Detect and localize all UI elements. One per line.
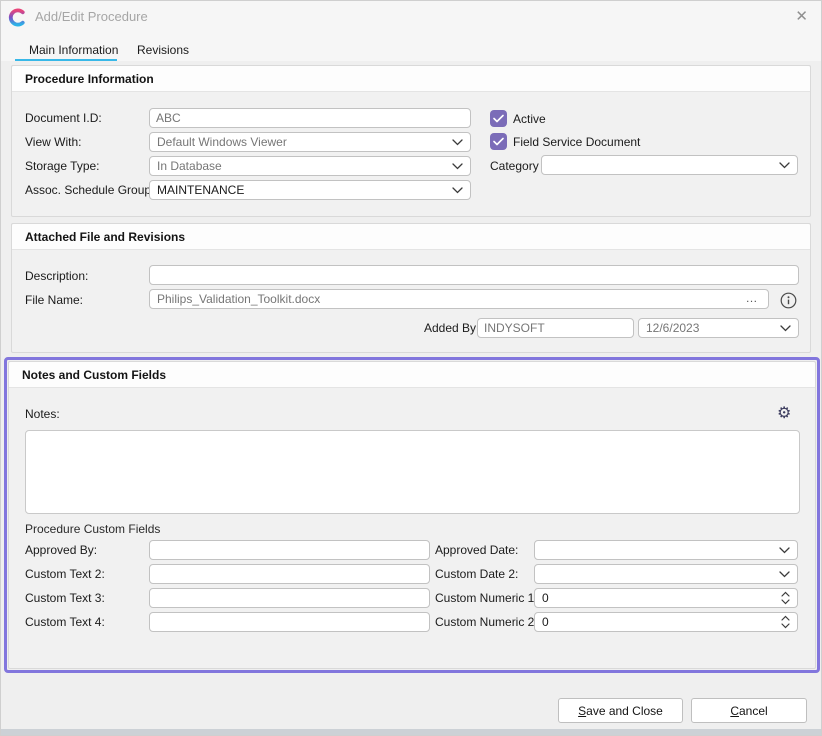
custom-numeric-2-label: Custom Numeric 2: <box>435 615 538 629</box>
added-by-label: Added By: <box>424 321 479 335</box>
notes-textarea[interactable] <box>25 430 800 514</box>
chevron-down-icon <box>779 547 790 554</box>
custom-text-2-input[interactable] <box>149 564 430 584</box>
approved-date-dropdown[interactable] <box>534 540 798 560</box>
document-id-label: Document I.D: <box>25 111 102 125</box>
approved-date-label: Approved Date: <box>435 543 518 557</box>
assoc-schedule-group-label: Assoc. Schedule Group: <box>25 183 154 197</box>
document-id-input[interactable] <box>149 108 471 128</box>
file-name-label: File Name: <box>25 293 83 307</box>
procedure-custom-fields-label: Procedure Custom Fields <box>25 522 160 536</box>
active-checkbox-label: Active <box>513 112 546 126</box>
added-date-dropdown[interactable]: 12/6/2023 <box>638 318 799 338</box>
view-with-dropdown[interactable]: Default Windows Viewer <box>149 132 471 152</box>
custom-text-4-input[interactable] <box>149 612 430 632</box>
save-and-close-button[interactable]: Save and Close <box>558 698 683 723</box>
storage-type-label: Storage Type: <box>25 159 100 173</box>
info-icon[interactable] <box>780 292 797 309</box>
custom-numeric-1-spinner[interactable]: 0 <box>534 588 798 608</box>
chevron-down-icon <box>779 162 790 169</box>
active-checkbox[interactable] <box>490 110 507 127</box>
notes-custom-fields-header: Notes and Custom Fields <box>9 362 815 388</box>
cancel-button[interactable]: Cancel <box>691 698 807 723</box>
added-by-user-input[interactable] <box>477 318 634 338</box>
browse-file-button[interactable]: … <box>739 291 765 307</box>
file-name-field[interactable]: Philips_Validation_Toolkit.docx <box>149 289 769 309</box>
tab-revisions[interactable]: Revisions <box>137 43 189 57</box>
field-service-document-checkbox[interactable] <box>490 133 507 150</box>
close-icon[interactable]: ✕ <box>795 7 808 25</box>
category-dropdown[interactable] <box>541 155 798 175</box>
gear-icon[interactable]: ⚙ <box>777 403 791 423</box>
chevron-down-icon <box>780 325 791 332</box>
approved-by-label: Approved By: <box>25 543 97 557</box>
chevron-down-icon <box>452 163 463 170</box>
tab-main-information[interactable]: Main Information <box>29 43 118 57</box>
procedure-information-header: Procedure Information <box>12 66 810 92</box>
view-with-label: View With: <box>25 135 81 149</box>
check-icon <box>493 137 504 146</box>
check-icon <box>493 114 504 123</box>
approved-by-input[interactable] <box>149 540 430 560</box>
custom-numeric-2-spinner[interactable]: 0 <box>534 612 798 632</box>
field-service-document-label: Field Service Document <box>513 135 640 149</box>
chevron-down-icon <box>779 571 790 578</box>
custom-text-3-input[interactable] <box>149 588 430 608</box>
custom-date-2-dropdown[interactable] <box>534 564 798 584</box>
app-logo-icon <box>8 8 27 27</box>
chevron-down-icon <box>452 187 463 194</box>
attached-file-header: Attached File and Revisions <box>12 224 810 250</box>
custom-text-3-label: Custom Text 3: <box>25 591 105 605</box>
window-title: Add/Edit Procedure <box>35 9 148 24</box>
description-input[interactable] <box>149 265 799 285</box>
assoc-schedule-group-dropdown[interactable]: MAINTENANCE <box>149 180 471 200</box>
description-label: Description: <box>25 269 88 283</box>
title-bar: Add/Edit Procedure ✕ <box>1 1 821 33</box>
category-label: Category <box>490 159 539 173</box>
spinner-up-down-icon <box>781 615 790 629</box>
custom-text-4-label: Custom Text 4: <box>25 615 105 629</box>
custom-date-2-label: Custom Date 2: <box>435 567 518 581</box>
chevron-down-icon <box>452 139 463 146</box>
add-edit-procedure-dialog: Add/Edit Procedure ✕ Main Information Re… <box>0 0 822 736</box>
window-bottom-edge <box>1 729 821 735</box>
custom-numeric-1-label: Custom Numeric 1: <box>435 591 538 605</box>
notes-label: Notes: <box>25 407 60 421</box>
custom-text-2-label: Custom Text 2: <box>25 567 105 581</box>
spinner-up-down-icon <box>781 591 790 605</box>
storage-type-dropdown[interactable]: In Database <box>149 156 471 176</box>
